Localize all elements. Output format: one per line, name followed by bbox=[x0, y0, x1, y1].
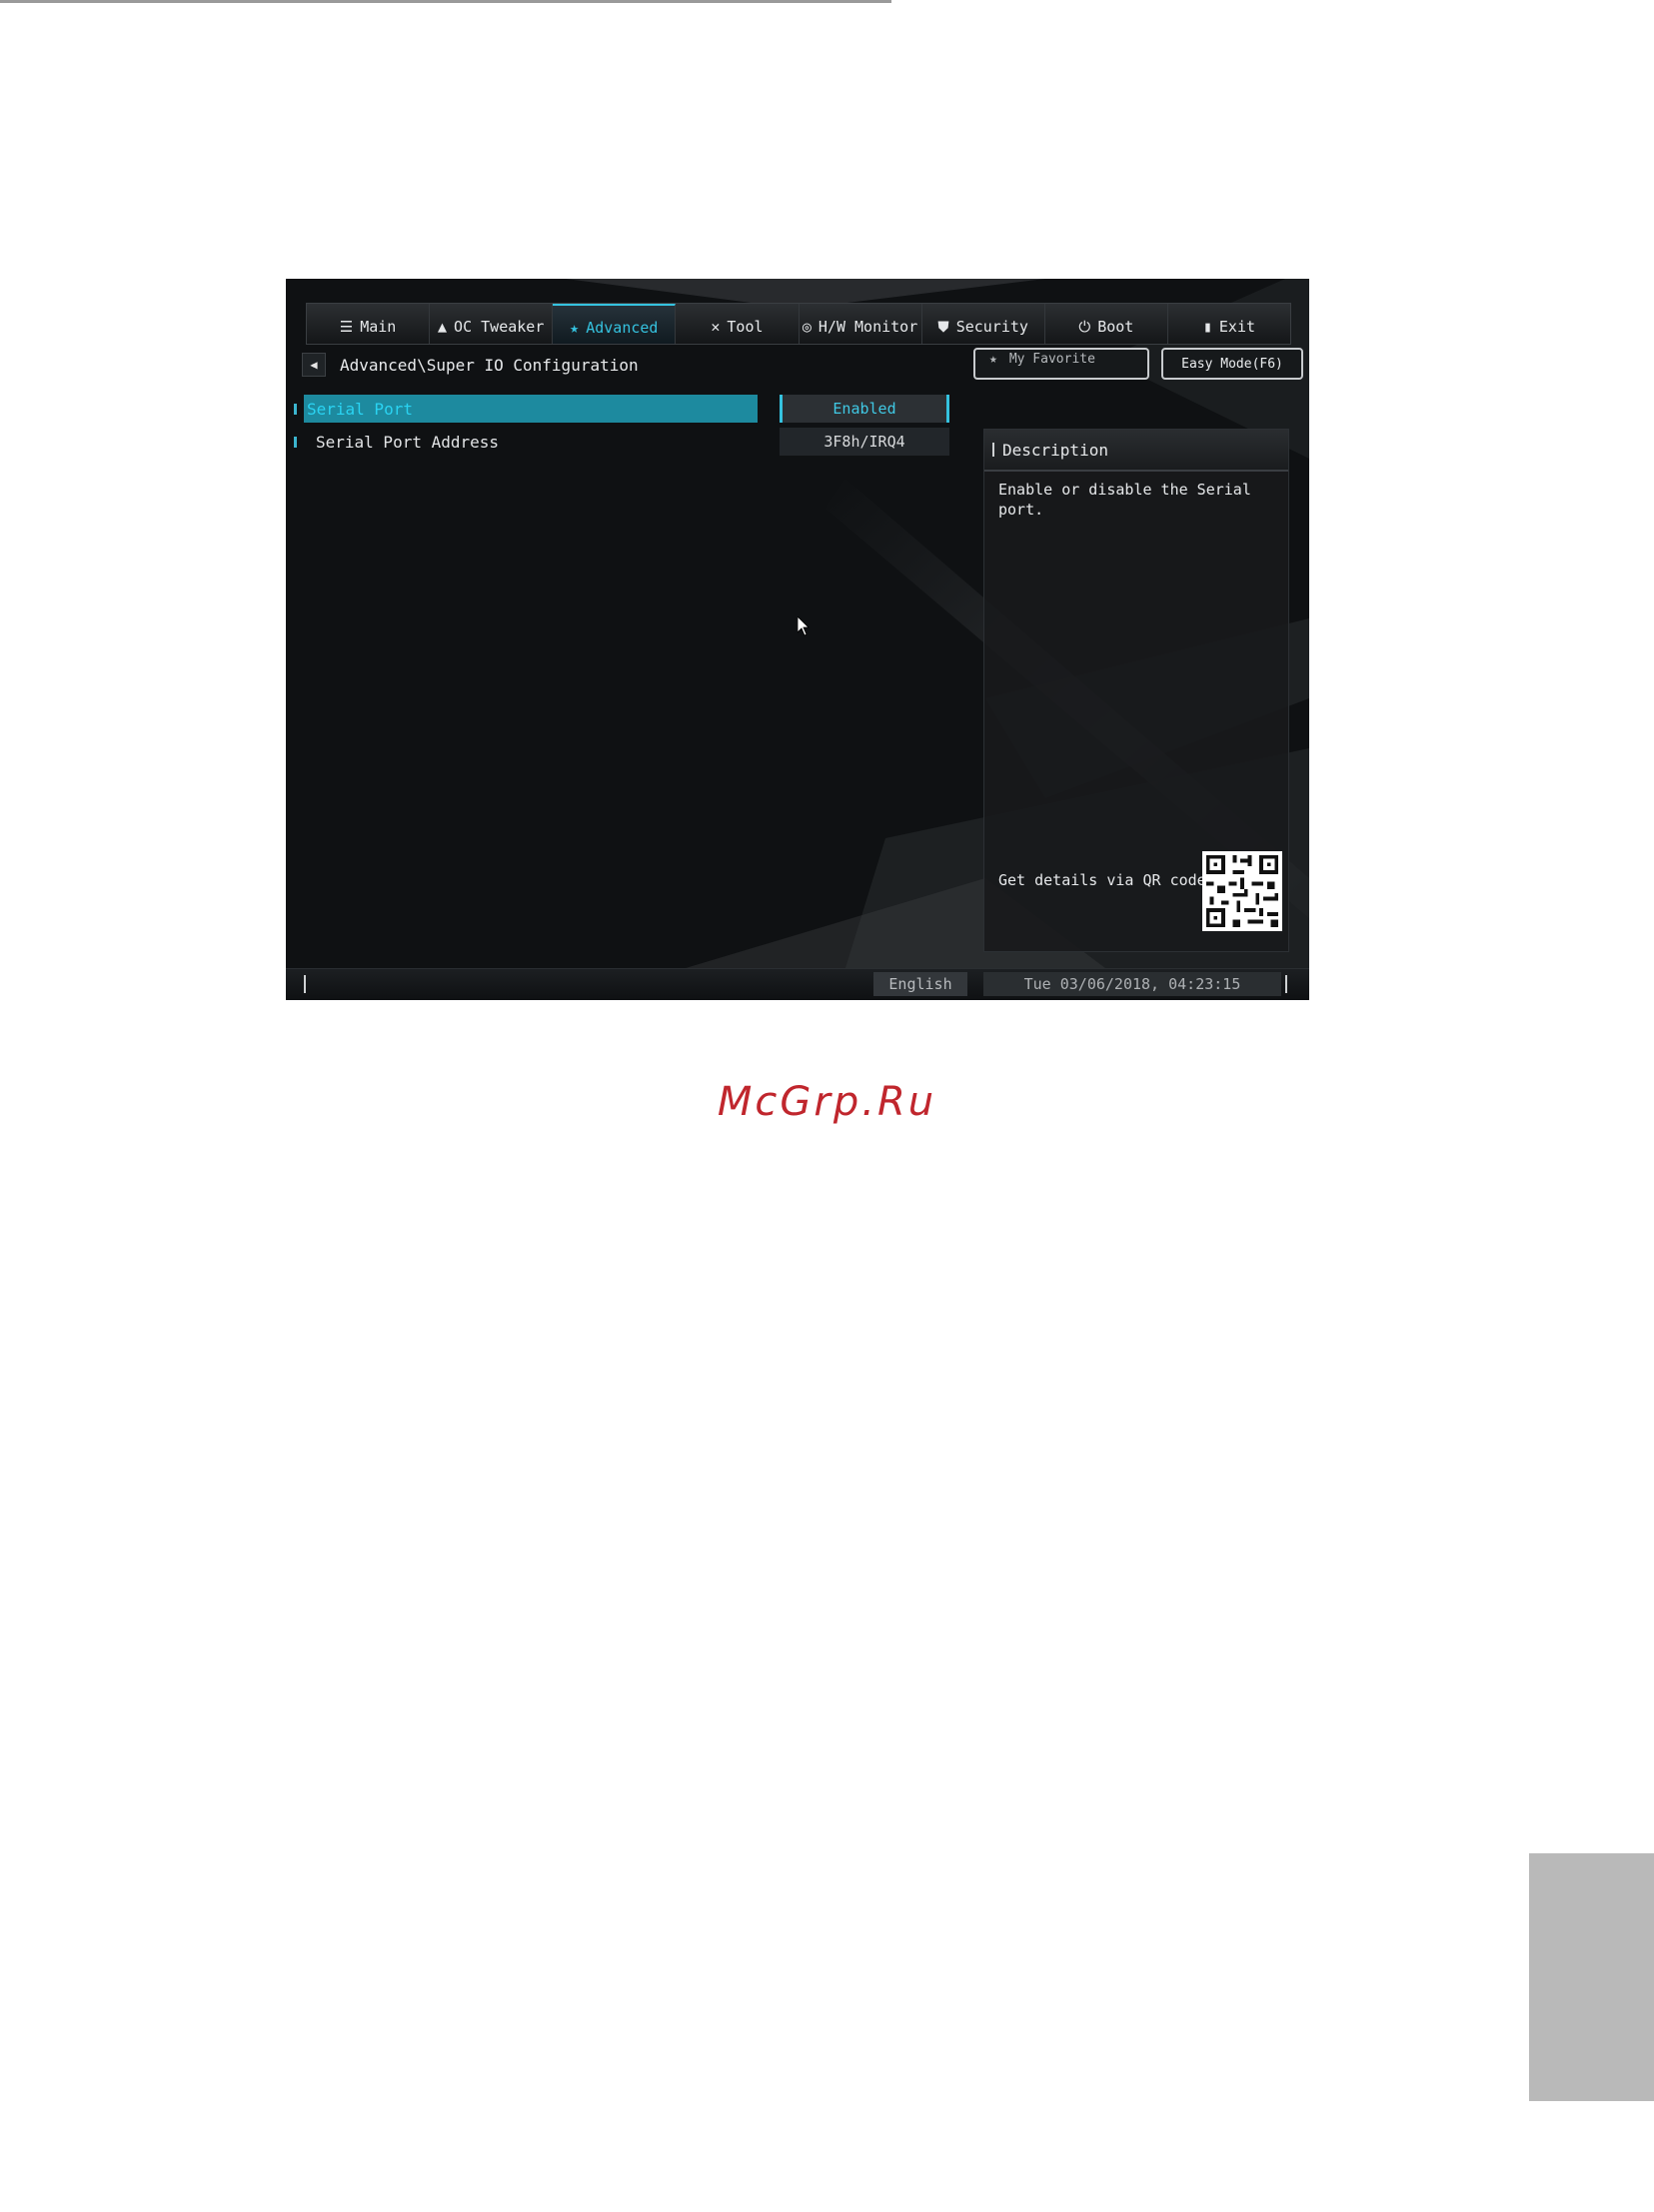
list-icon: ☰ bbox=[339, 318, 354, 336]
shield-icon: ⛊ bbox=[937, 318, 949, 336]
header-bar-icon bbox=[992, 443, 994, 457]
row-marker bbox=[294, 403, 297, 415]
chevron-left-icon: ◀ bbox=[310, 358, 318, 372]
page-top-rule bbox=[0, 0, 891, 3]
tab-advanced[interactable]: ★ Advanced bbox=[553, 304, 677, 344]
status-bar-right-marker bbox=[1285, 975, 1287, 993]
tab-exit[interactable]: ▮ Exit bbox=[1168, 304, 1290, 344]
setting-row-serial-port[interactable]: Serial Port Enabled bbox=[290, 395, 949, 423]
tools-icon: ✕ bbox=[711, 318, 721, 336]
tab-tool[interactable]: ✕ Tool bbox=[676, 304, 800, 344]
rocket-icon: ▲ bbox=[438, 318, 448, 336]
easy-mode-button[interactable]: Easy Mode(F6) bbox=[1161, 348, 1303, 380]
main-tab-bar: ☰ Main ▲ OC Tweaker ★ Advanced ✕ Tool ◎ H/W M… bbox=[306, 303, 1291, 345]
language-button[interactable]: English bbox=[873, 972, 967, 996]
power-icon: ⏻ bbox=[1078, 318, 1091, 336]
page-side-tab bbox=[1529, 1853, 1654, 2101]
setting-row-serial-port-address[interactable]: Serial Port Address 3F8h/IRQ4 bbox=[290, 428, 949, 456]
bios-screen: ☰ Main ▲ OC Tweaker ★ Advanced ✕ Tool ◎ H/W M… bbox=[286, 279, 1309, 1000]
setting-label: Serial Port bbox=[304, 395, 758, 423]
setting-value-readonly: 3F8h/IRQ4 bbox=[780, 428, 949, 456]
watermark-text: McGrp.Ru bbox=[717, 1079, 937, 1125]
star-icon: ★ bbox=[989, 352, 997, 367]
back-button[interactable]: ◀ bbox=[302, 353, 326, 377]
row-marker bbox=[294, 436, 297, 448]
tab-boot[interactable]: ⏻ Boot bbox=[1045, 304, 1168, 344]
star-icon: ★ bbox=[570, 319, 580, 337]
setting-label: Serial Port Address bbox=[316, 432, 500, 452]
tab-oc-tweaker[interactable]: ▲ OC Tweaker bbox=[430, 304, 554, 344]
mouse-cursor-icon bbox=[798, 616, 810, 636]
description-header: Description bbox=[984, 430, 1288, 472]
description-text: Enable or disable the Serial port. bbox=[998, 481, 1251, 519]
qr-label: Get details via QR code bbox=[998, 871, 1206, 889]
globe-icon: ◎ bbox=[802, 318, 812, 336]
breadcrumb-path: Advanced\Super IO Configuration bbox=[340, 355, 639, 375]
setting-value-dropdown[interactable]: Enabled bbox=[780, 395, 949, 423]
breadcrumb: ◀ Advanced\Super IO Configuration bbox=[302, 352, 639, 378]
datetime-display: Tue 03/06/2018, 04:23:15 bbox=[983, 972, 1281, 996]
qr-code-icon bbox=[1202, 851, 1282, 931]
my-favorite-button[interactable]: ★ My Favorite bbox=[973, 348, 1149, 380]
tab-main[interactable]: ☰ Main bbox=[307, 304, 431, 344]
status-bar: English Tue 03/06/2018, 04:23:15 bbox=[286, 968, 1309, 1000]
status-bar-left-marker bbox=[304, 975, 306, 993]
exit-icon: ▮ bbox=[1202, 318, 1212, 336]
tab-security[interactable]: ⛊ Security bbox=[922, 304, 1045, 344]
tab-hw-monitor[interactable]: ◎ H/W Monitor bbox=[800, 304, 922, 344]
description-panel: Description Enable or disable the Serial… bbox=[983, 429, 1289, 952]
